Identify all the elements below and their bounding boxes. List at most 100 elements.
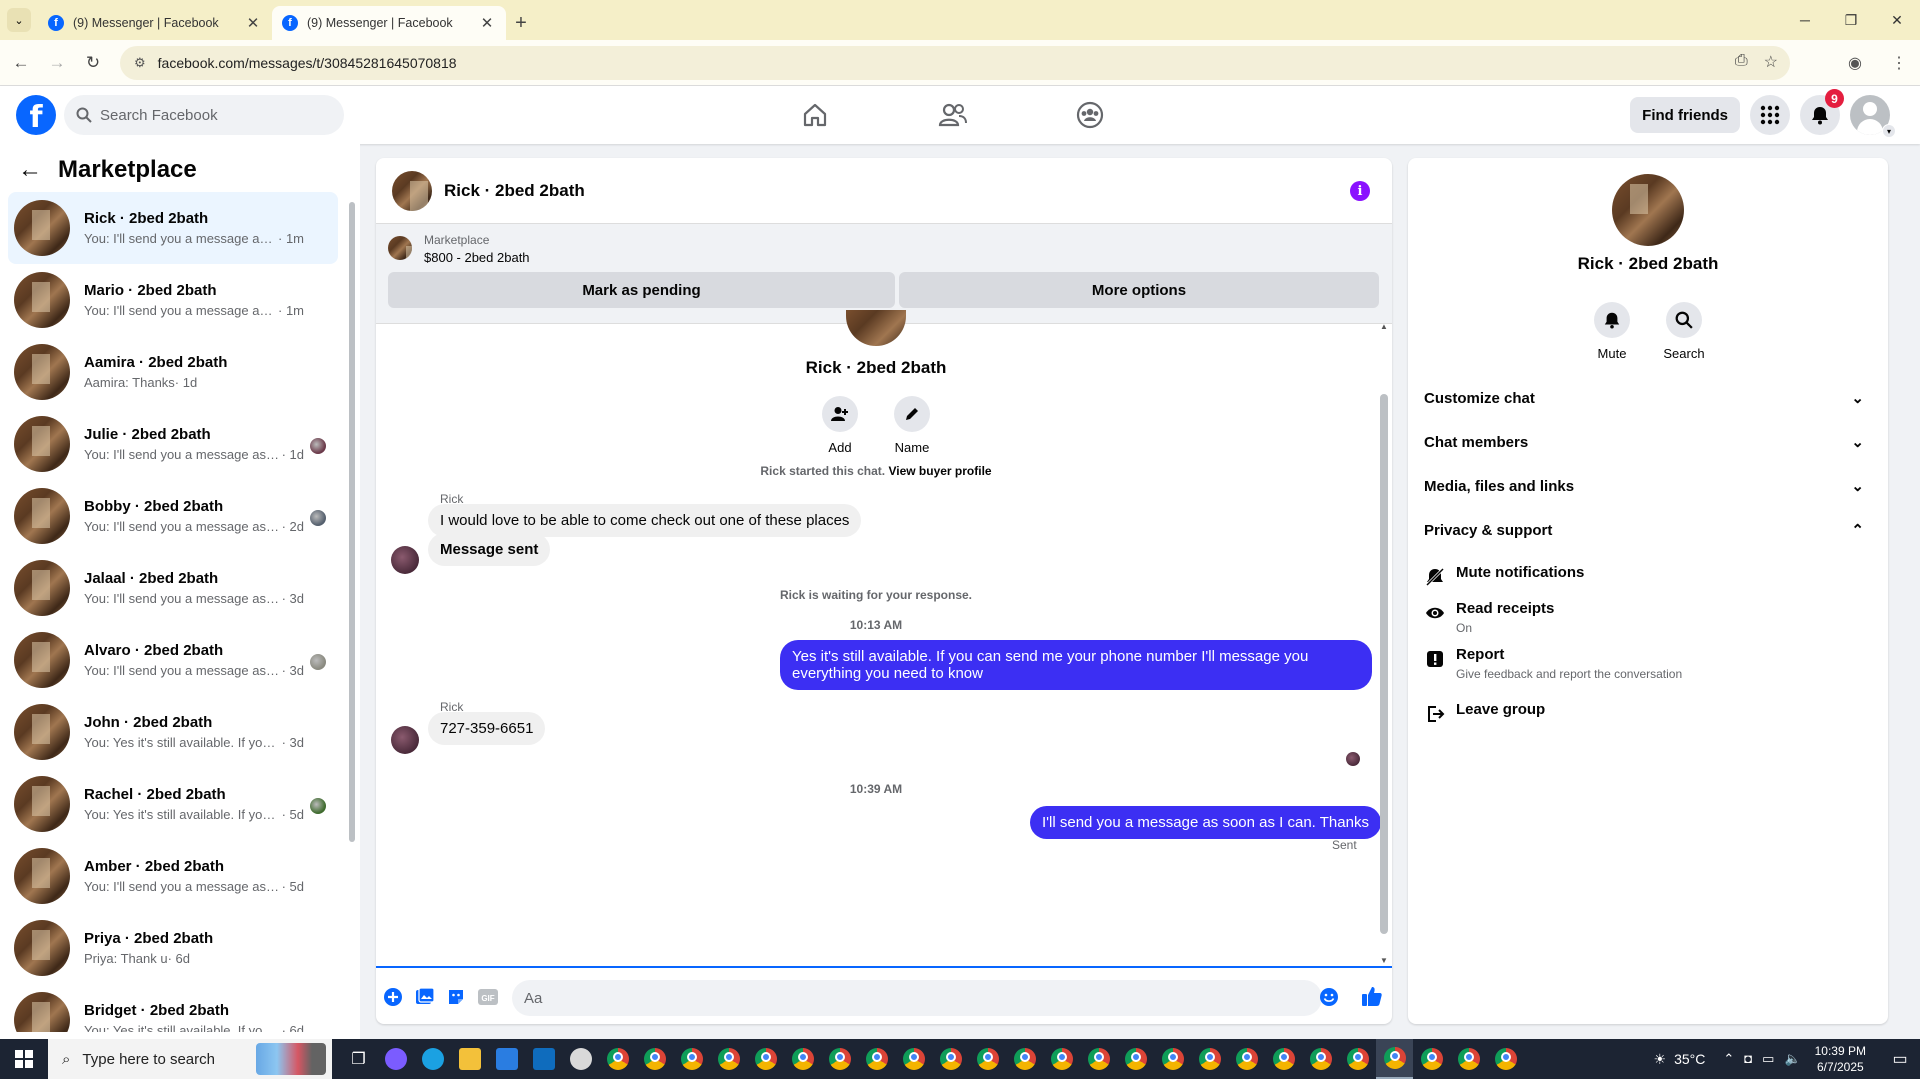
account-chevron-icon[interactable]: ▾ (1882, 124, 1896, 138)
sender-avatar[interactable] (391, 726, 419, 754)
windows-start-icon[interactable] (0, 1039, 48, 1079)
conversation-item[interactable]: Rachel · 2bed 2bath You: Yes it's still a… (8, 768, 338, 840)
chrome-window-icon[interactable] (821, 1039, 858, 1079)
restore-icon[interactable]: ❐ (1828, 0, 1874, 40)
menu-grid-icon[interactable] (1750, 95, 1790, 135)
conversation-item[interactable]: Alvaro · 2bed 2bath You: I'll send you a … (8, 624, 338, 696)
chrome-window-icon[interactable] (599, 1039, 636, 1079)
forward-arrow-icon[interactable]: → (42, 48, 72, 78)
conversation-item[interactable]: Amber · 2bed 2bath You: I'll send you a m… (8, 840, 338, 912)
sticker-icon[interactable] (445, 986, 467, 1008)
media-files-links-section[interactable]: Media, files and links ⌄ (1424, 468, 1872, 504)
browser-tab[interactable]: f (9) Messenger | Facebook ✕ (38, 6, 272, 40)
install-app-icon[interactable]: ⎙ (1735, 52, 1748, 72)
home-icon[interactable] (795, 95, 835, 135)
profile-icon[interactable]: ◉ (1840, 48, 1870, 78)
privacy-support-section[interactable]: Privacy & support ⌃ (1424, 512, 1872, 548)
chat-members-section[interactable]: Chat members ⌄ (1424, 424, 1872, 460)
sender-avatar[interactable] (391, 546, 419, 574)
message-bubble[interactable]: 727-359-6651 (428, 712, 546, 745)
close-tab-icon[interactable]: ✕ (244, 14, 262, 32)
conversation-item[interactable]: Bridget · 2bed 2bath You: Yes it's still … (8, 984, 338, 1032)
chrome-window-icon[interactable] (1228, 1039, 1265, 1079)
conversation-item[interactable]: Julie · 2bed 2bath You: I'll send you a m… (8, 408, 338, 480)
find-friends-button[interactable]: Find friends (1630, 97, 1740, 133)
groups-icon[interactable] (1070, 95, 1110, 135)
chrome-window-icon[interactable] (747, 1039, 784, 1079)
address-bar[interactable]: ⚙ facebook.com/messages/t/30845281645070… (120, 46, 1790, 80)
clock[interactable]: 10:39 PM 6/7/2025 (1815, 1043, 1866, 1075)
mute-button[interactable]: Mute (1582, 302, 1642, 361)
message-bubble[interactable]: Message sent (428, 533, 551, 566)
chrome-window-icon[interactable] (1302, 1039, 1339, 1079)
back-arrow-icon[interactable]: ← (18, 156, 42, 184)
emoji-icon[interactable] (1318, 986, 1340, 1008)
task-view-icon[interactable]: ❐ (340, 1039, 377, 1079)
chrome-window-icon[interactable] (858, 1039, 895, 1079)
notification-center-icon[interactable]: ▭ (1880, 1049, 1920, 1069)
copilot-icon[interactable] (377, 1039, 414, 1079)
tab-search-dropdown[interactable]: ⌄ (0, 0, 38, 40)
edit-name-button[interactable]: Name (882, 396, 942, 455)
conversation-item[interactable]: Priya · 2bed 2bath Priya: Thank u · 6d (8, 912, 338, 984)
conversation-item[interactable]: Mario · 2bed 2bath You: I'll send you a m… (8, 264, 338, 336)
gif-icon[interactable]: GIF (477, 986, 499, 1008)
chrome-window-icon[interactable] (1006, 1039, 1043, 1079)
conversation-item[interactable]: Bobby · 2bed 2bath You: I'll send you a m… (8, 480, 338, 552)
facebook-logo-icon[interactable]: f (16, 95, 56, 135)
search-input[interactable] (100, 106, 320, 124)
facebook-search[interactable] (64, 95, 344, 135)
my-message-bubble[interactable]: Yes it's still available. If you can sen… (780, 640, 1372, 690)
back-arrow-icon[interactable]: ← (6, 48, 36, 78)
customize-chat-section[interactable]: Customize chat ⌄ (1424, 380, 1872, 416)
chrome-window-icon[interactable] (1413, 1039, 1450, 1079)
store-icon[interactable] (488, 1039, 525, 1079)
chrome-window-icon[interactable] (1043, 1039, 1080, 1079)
scroll-up-icon[interactable]: ▲ (1380, 322, 1388, 331)
chrome-window-icon[interactable] (932, 1039, 969, 1079)
listing-price[interactable]: $800 - 2bed 2bath (424, 250, 530, 265)
app-icon[interactable] (562, 1039, 599, 1079)
scroll-down-icon[interactable]: ▼ (1380, 956, 1388, 965)
view-buyer-profile-link[interactable]: View buyer profile (888, 464, 991, 478)
chat-avatar[interactable] (392, 170, 432, 211)
chat-scrollbar[interactable]: ▲ ▼ (1380, 322, 1388, 966)
friends-icon[interactable] (933, 95, 973, 135)
taskbar-search[interactable]: ⌕ Type here to search (48, 1039, 332, 1079)
chrome-window-icon[interactable] (710, 1039, 747, 1079)
reload-icon[interactable]: ↻ (78, 48, 108, 78)
read-receipts-item[interactable]: Read receipts On (1424, 600, 1872, 635)
site-info-icon[interactable]: ⚙ (134, 55, 146, 71)
chrome-window-icon[interactable] (1487, 1039, 1524, 1079)
camera-icon[interactable]: ◘ (1744, 1051, 1752, 1067)
leave-group-item[interactable]: Leave group (1424, 701, 1872, 725)
chrome-window-icon[interactable] (636, 1039, 673, 1079)
tray-chevron-icon[interactable]: ⌃ (1723, 1051, 1734, 1067)
conversation-item[interactable]: Aamira · 2bed 2bath Aamira: Thanks · 1d (8, 336, 338, 408)
conversation-item[interactable]: John · 2bed 2bath You: Yes it's still ava… (8, 696, 338, 768)
sidebar-scrollbar[interactable] (348, 194, 356, 1034)
report-item[interactable]: Report Give feedback and report the conv… (1424, 646, 1872, 681)
file-explorer-icon[interactable] (451, 1039, 488, 1079)
conversation-item[interactable]: Rick · 2bed 2bath You: I'll send you a me… (8, 192, 338, 264)
new-tab-button[interactable]: + (506, 6, 536, 40)
chat-title[interactable]: Rick · 2bed 2bath (444, 181, 585, 201)
mute-notifications-item[interactable]: Mute notifications (1424, 564, 1872, 588)
mark-as-pending-button[interactable]: Mark as pending (388, 272, 895, 308)
chrome-window-icon[interactable] (1339, 1039, 1376, 1079)
add-people-button[interactable]: Add (810, 396, 870, 455)
browser-tab-active[interactable]: f (9) Messenger | Facebook ✕ (272, 6, 506, 40)
close-window-icon[interactable]: ✕ (1874, 0, 1920, 40)
chrome-window-icon[interactable] (673, 1039, 710, 1079)
chrome-window-icon[interactable] (1117, 1039, 1154, 1079)
thumbs-up-icon[interactable] (1360, 984, 1384, 1008)
chrome-window-icon[interactable] (1376, 1039, 1413, 1079)
volume-icon[interactable]: 🔈 (1784, 1051, 1800, 1067)
close-tab-icon[interactable]: ✕ (478, 14, 496, 32)
message-input[interactable] (512, 980, 1322, 1016)
chrome-window-icon[interactable] (1154, 1039, 1191, 1079)
details-avatar[interactable] (1612, 174, 1684, 246)
edge-icon[interactable] (414, 1039, 451, 1079)
outlook-icon[interactable] (525, 1039, 562, 1079)
chrome-window-icon[interactable] (895, 1039, 932, 1079)
